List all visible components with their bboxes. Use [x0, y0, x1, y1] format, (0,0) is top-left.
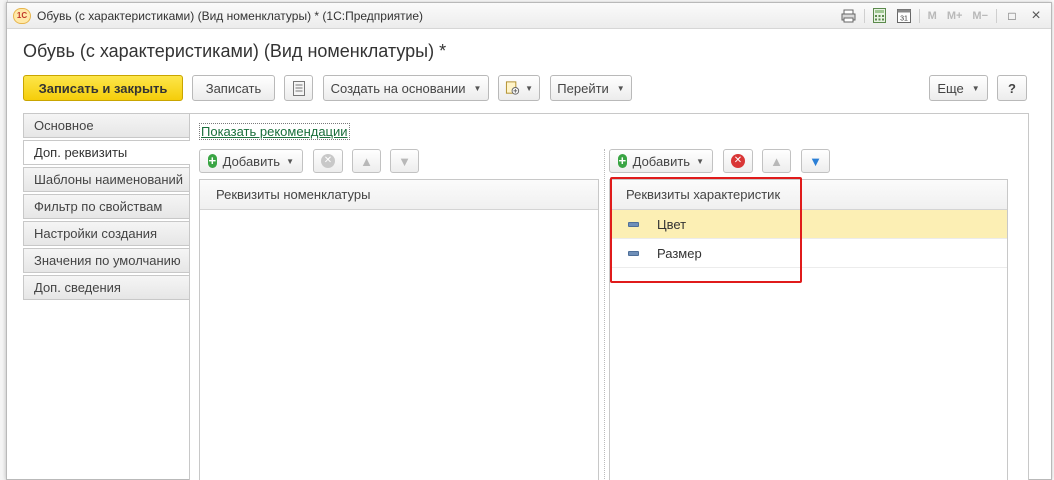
- arrow-down-icon: ▼: [809, 153, 822, 169]
- calendar-icon[interactable]: 31: [895, 7, 913, 24]
- screen: 1С Обувь (с характеристиками) (Вид номен…: [0, 0, 1054, 480]
- save-and-close-label: Записать и закрыть: [38, 80, 168, 96]
- title-bar[interactable]: 1С Обувь (с характеристиками) (Вид номен…: [7, 3, 1051, 29]
- left-add-button[interactable]: + Добавить ▼: [199, 149, 303, 173]
- show-recommendations-link[interactable]: Показать рекомендации: [199, 123, 350, 140]
- dropdown-caret-icon: ▼: [473, 83, 482, 93]
- page-title: Обувь (с характеристиками) (Вид номенкла…: [23, 41, 447, 61]
- create-based-on-button[interactable]: Создать на основании ▼: [323, 75, 489, 101]
- save-and-close-button[interactable]: Записать и закрыть: [23, 75, 183, 101]
- row-label: Размер: [657, 245, 702, 261]
- goto-button[interactable]: Перейти ▼: [550, 75, 632, 101]
- separator: [996, 8, 997, 23]
- nav-item-additional-attributes[interactable]: Доп. реквизиты: [23, 140, 190, 165]
- arrow-up-icon: ▲: [360, 153, 373, 169]
- attribute-icon: [628, 250, 639, 256]
- item-attributes-table[interactable]: Реквизиты номенклатуры: [199, 179, 599, 480]
- item-attributes-header[interactable]: Реквизиты номенклатуры: [200, 180, 598, 210]
- characteristic-attributes-header[interactable]: Реквизиты характеристик: [610, 180, 1007, 210]
- panel-divider: [604, 149, 605, 480]
- right-move-up-button[interactable]: ▲: [762, 149, 791, 173]
- dropdown-caret-icon: ▼: [616, 83, 625, 93]
- arrow-down-icon: ▼: [398, 153, 411, 169]
- form-window: 1С Обувь (с характеристиками) (Вид номен…: [6, 2, 1052, 480]
- goto-label: Перейти: [557, 80, 609, 96]
- right-delete-button[interactable]: ✕: [723, 149, 753, 173]
- sidebar-nav: Основное Доп. реквизиты Шаблоны наименов…: [23, 113, 190, 302]
- memory-minus-button[interactable]: M−: [970, 7, 990, 24]
- calendar-day: 31: [900, 16, 908, 23]
- left-add-label: Добавить: [222, 153, 281, 169]
- print-icon[interactable]: [840, 7, 858, 24]
- dropdown-caret-icon: ▼: [696, 156, 704, 166]
- calculator-icon[interactable]: [871, 7, 889, 24]
- delete-icon: ✕: [731, 154, 745, 168]
- save-label: Записать: [205, 80, 262, 96]
- print-document-icon: [505, 81, 520, 95]
- left-move-up-button[interactable]: ▲: [352, 149, 381, 173]
- characteristic-attributes-table[interactable]: Реквизиты характеристик Цвет Размер: [609, 179, 1008, 480]
- nav-item-default-values[interactable]: Значения по умолчанию: [23, 248, 189, 273]
- help-button[interactable]: ?: [997, 75, 1027, 101]
- arrow-up-icon: ▲: [770, 153, 783, 169]
- nav-item-main[interactable]: Основное: [23, 113, 189, 138]
- document-list-icon: [292, 80, 305, 96]
- right-add-label: Добавить: [632, 153, 691, 169]
- document-list-button[interactable]: [284, 75, 313, 101]
- right-add-button[interactable]: + Добавить ▼: [609, 149, 713, 173]
- dropdown-caret-icon: ▼: [286, 156, 294, 166]
- window-title: Обувь (с характеристиками) (Вид номенкла…: [37, 9, 424, 23]
- attribute-icon: [628, 221, 639, 227]
- create-based-on-label: Создать на основании: [330, 80, 466, 96]
- help-label: ?: [1008, 80, 1016, 96]
- nav-item-additional-info[interactable]: Доп. сведения: [23, 275, 189, 300]
- dropdown-caret-icon: ▼: [971, 83, 980, 93]
- print-menu-button[interactable]: ▼: [498, 75, 540, 101]
- nav-item-property-filter[interactable]: Фильтр по свойствам: [23, 194, 189, 219]
- nav-item-name-templates[interactable]: Шаблоны наименований: [23, 167, 189, 192]
- separator: [918, 8, 920, 23]
- table-row[interactable]: Цвет: [610, 210, 1007, 239]
- memory-m-button[interactable]: M: [926, 7, 939, 24]
- add-icon: +: [618, 153, 627, 168]
- save-button[interactable]: Записать: [192, 75, 275, 101]
- dropdown-caret-icon: ▼: [525, 83, 533, 93]
- separator: [863, 8, 865, 23]
- row-label: Цвет: [657, 216, 687, 232]
- nav-item-creation-settings[interactable]: Настройки создания: [23, 221, 189, 246]
- table-row[interactable]: Размер: [610, 239, 1007, 268]
- restore-icon[interactable]: □: [1003, 7, 1021, 24]
- left-delete-button[interactable]: ✕: [313, 149, 343, 173]
- left-move-down-button[interactable]: ▼: [390, 149, 419, 173]
- 1c-logo-icon: 1С: [13, 8, 31, 24]
- add-icon: +: [208, 153, 217, 168]
- right-move-down-button[interactable]: ▼: [801, 149, 830, 173]
- delete-icon: ✕: [321, 154, 335, 168]
- memory-plus-button[interactable]: M+: [945, 7, 965, 24]
- more-button[interactable]: Еще ▼: [929, 75, 988, 101]
- more-label: Еще: [937, 80, 964, 96]
- title-bar-tools: 31 M M+ M− □ ×: [840, 7, 1045, 24]
- close-icon[interactable]: ×: [1027, 7, 1045, 24]
